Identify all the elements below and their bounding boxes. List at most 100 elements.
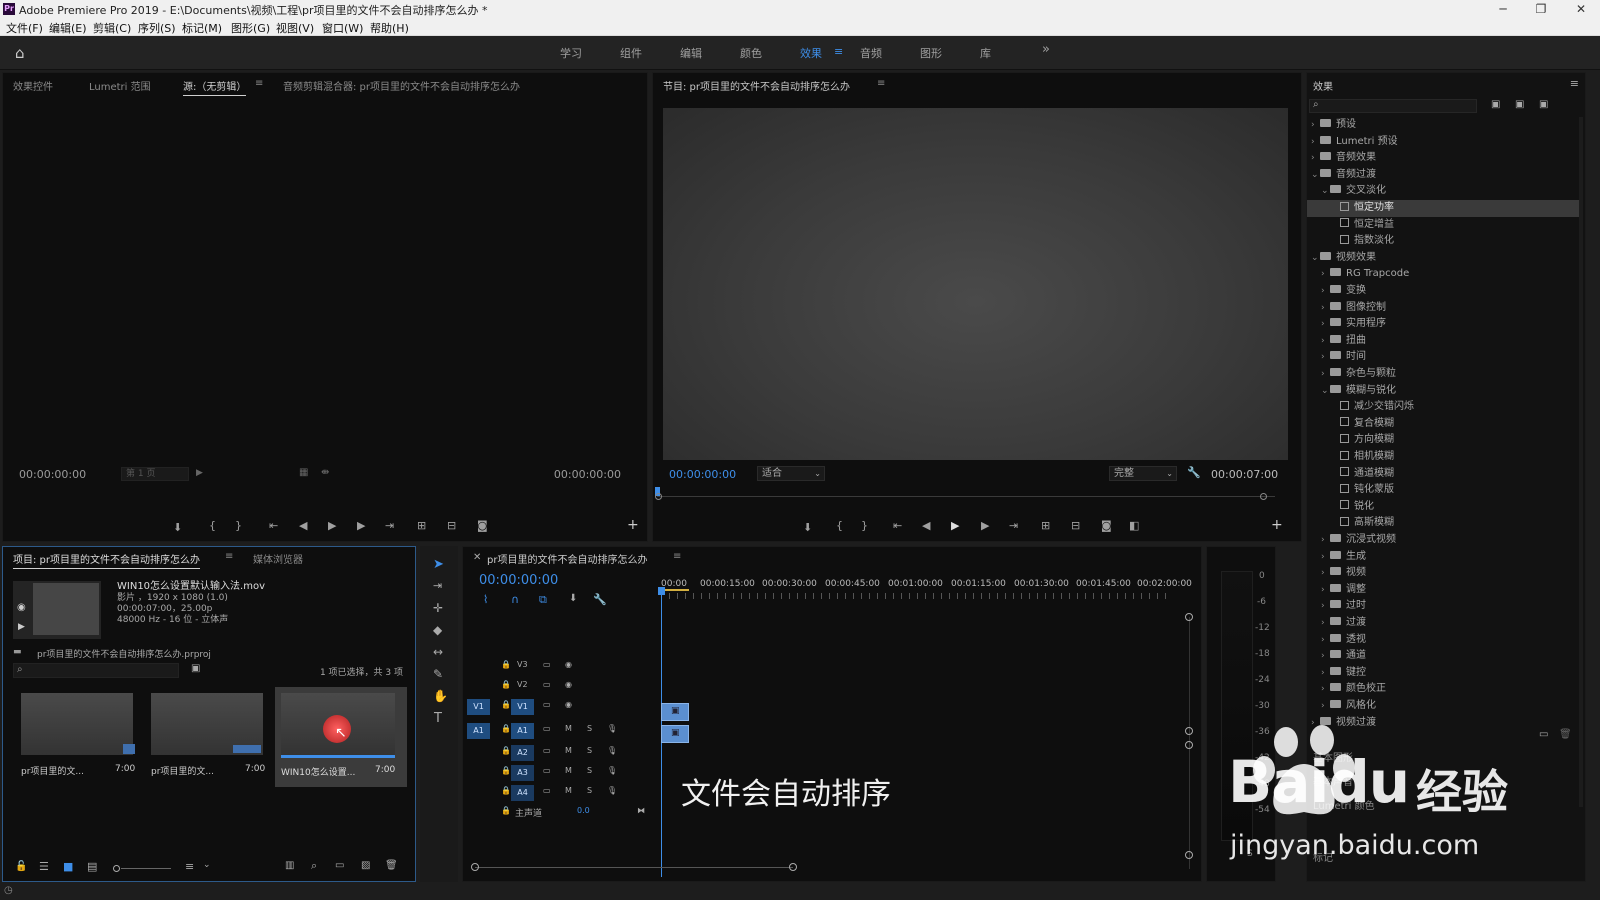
source-page-select[interactable]: 第 1 页: [121, 467, 189, 481]
mute-button[interactable]: M: [565, 766, 572, 775]
track-lock-icon[interactable]: 🔒: [501, 660, 511, 669]
program-go-in-icon[interactable]: ⇤: [893, 519, 902, 532]
hand-tool-icon[interactable]: ✋: [433, 689, 448, 703]
playhead-handle[interactable]: [658, 587, 665, 595]
workspace-color[interactable]: 颜色: [740, 45, 762, 61]
effect-folder[interactable]: ⌄ 模糊与锐化: [1307, 383, 1579, 400]
program-mark-in-icon[interactable]: {: [836, 519, 843, 532]
source-export-icon[interactable]: ⇼: [321, 467, 329, 478]
workspace-menu-icon[interactable]: ≡: [834, 45, 843, 58]
source-patch-a1[interactable]: A1: [467, 723, 490, 739]
chevron-right-icon[interactable]: ›: [1321, 532, 1330, 549]
track-eye-icon[interactable]: ◉: [565, 700, 572, 709]
time-ruler[interactable]: 00:00 00:00:15:00 00:00:30:00 00:00:45:0…: [661, 573, 1192, 601]
mute-button[interactable]: M: [565, 786, 572, 795]
effect-item[interactable]: 恒定增益: [1307, 217, 1579, 234]
source-settings-icon[interactable]: ▦: [299, 467, 308, 478]
icon-view-icon[interactable]: ■: [63, 860, 73, 873]
project-item-1[interactable]: pr项目里的文... 7:00: [13, 687, 141, 787]
menu-window[interactable]: 窗口(W): [322, 20, 363, 36]
source-go-in-icon[interactable]: ⇤: [269, 519, 278, 532]
effect-folder[interactable]: › 实用程序: [1307, 316, 1579, 333]
chevron-down-icon[interactable]: ⌄: [1311, 167, 1320, 184]
menu-file[interactable]: 文件(F): [6, 20, 43, 36]
track-target-a2[interactable]: A2: [511, 745, 534, 761]
chevron-right-icon[interactable]: ›: [1321, 366, 1330, 383]
mic-icon[interactable]: 🎙: [607, 786, 617, 795]
source-patch-v1[interactable]: V1: [467, 699, 490, 715]
maximize-icon[interactable]: ❐: [1526, 0, 1556, 18]
chevron-right-icon[interactable]: ›: [1321, 300, 1330, 317]
track-lock-icon[interactable]: 🔒: [501, 700, 511, 709]
sync-lock-icon[interactable]: ▭: [543, 786, 551, 795]
chevron-right-icon[interactable]: ›: [1321, 266, 1330, 283]
chevron-right-icon[interactable]: ›: [1311, 150, 1320, 167]
workspace-libraries[interactable]: 库: [980, 45, 991, 61]
track-lock-icon[interactable]: 🔒: [501, 746, 511, 755]
selection-tool-icon[interactable]: ➤: [433, 557, 444, 572]
menu-clip[interactable]: 剪辑(C): [93, 20, 131, 36]
program-video-frame[interactable]: [663, 108, 1288, 460]
new-bin-icon[interactable]: ▭: [335, 860, 344, 871]
track-lock-icon[interactable]: 🔒: [501, 786, 511, 795]
program-step-back-icon[interactable]: ◀: [922, 519, 930, 532]
effect-folder[interactable]: › 杂色与颗粒: [1307, 366, 1579, 383]
poster-play-icon[interactable]: ▶: [18, 622, 25, 632]
sync-lock-icon[interactable]: ▭: [543, 746, 551, 755]
source-go-out-icon[interactable]: ⇥: [385, 519, 394, 532]
new-custom-bin-icon[interactable]: ▭: [1539, 729, 1548, 740]
minimize-icon[interactable]: ─: [1488, 0, 1518, 18]
track-lock-icon[interactable]: 🔒: [501, 680, 511, 689]
effect-folder[interactable]: ⌄ 视频效果: [1307, 250, 1579, 267]
32bit-effects-icon[interactable]: ▣: [1515, 99, 1524, 110]
chevron-right-icon[interactable]: ›: [1321, 632, 1330, 649]
program-extract-icon[interactable]: ⊟: [1071, 519, 1080, 532]
effect-item[interactable]: 恒定功率: [1307, 200, 1579, 217]
effect-folder[interactable]: › 预设: [1307, 117, 1579, 134]
timeline-sequence-tab[interactable]: pr项目里的文件不会自动排序怎么办: [487, 551, 647, 566]
chevron-right-icon[interactable]: ›: [1321, 615, 1330, 632]
timeline-settings-wrench-icon[interactable]: 🔧: [593, 593, 607, 606]
program-mark-out-icon[interactable]: }: [861, 519, 868, 532]
sort-icon[interactable]: ≡: [185, 860, 194, 873]
chevron-right-icon[interactable]: ›: [1321, 582, 1330, 599]
effect-item[interactable]: 通道模糊: [1307, 466, 1579, 483]
yuv-effects-icon[interactable]: ▣: [1539, 99, 1548, 110]
program-comparison-icon[interactable]: ◧: [1129, 519, 1139, 532]
sync-lock-icon[interactable]: ▭: [543, 700, 551, 709]
effect-folder[interactable]: › 透视: [1307, 632, 1579, 649]
tab-source[interactable]: 源:（无剪辑）: [183, 78, 247, 96]
workspace-assembly[interactable]: 组件: [620, 45, 642, 61]
program-step-forward-icon[interactable]: ▶: [981, 519, 989, 532]
camera-icon[interactable]: ◉: [17, 602, 26, 613]
effect-folder[interactable]: › RG Trapcode: [1307, 266, 1579, 283]
close-icon[interactable]: ✕: [1566, 0, 1596, 18]
effect-folder[interactable]: ⌄ 交叉淡化: [1307, 183, 1579, 200]
chevron-down-icon[interactable]: ⌄: [1321, 183, 1330, 200]
new-item-icon[interactable]: ▨: [361, 860, 370, 871]
program-lift-icon[interactable]: ⊞: [1041, 519, 1050, 532]
trash-icon[interactable]: 🗑: [385, 860, 398, 871]
type-tool-icon[interactable]: T: [434, 711, 442, 726]
freeform-view-icon[interactable]: ▤: [87, 860, 97, 873]
track-eye-icon[interactable]: ◉: [565, 680, 572, 689]
effect-item[interactable]: 减少交错闪烁: [1307, 399, 1579, 416]
automate-to-sequence-icon[interactable]: ▥: [285, 860, 294, 871]
add-marker-icon[interactable]: ⬇: [569, 593, 577, 604]
effect-folder[interactable]: › 图像控制: [1307, 300, 1579, 317]
vscroll-handle-mid2[interactable]: [1185, 741, 1193, 749]
snap-icon[interactable]: ∩: [511, 593, 519, 606]
source-current-timecode[interactable]: 00:00:00:00: [19, 468, 86, 481]
mic-icon[interactable]: 🎙: [607, 724, 617, 733]
track-target-a3[interactable]: A3: [511, 765, 534, 781]
wrench-icon[interactable]: 🔧: [1187, 466, 1201, 479]
lock-icon[interactable]: 🔓: [15, 861, 27, 872]
tab-media-browser[interactable]: 媒体浏览器: [253, 551, 303, 566]
chevron-right-icon[interactable]: ›: [1321, 565, 1330, 582]
track-target-a1[interactable]: A1: [511, 723, 534, 739]
source-add-button-icon[interactable]: +: [627, 517, 639, 533]
effect-folder[interactable]: › 调整: [1307, 582, 1579, 599]
scrub-start-handle[interactable]: [655, 493, 662, 500]
effect-folder[interactable]: › 音频效果: [1307, 150, 1579, 167]
program-tab-menu-icon[interactable]: ≡: [877, 78, 885, 89]
